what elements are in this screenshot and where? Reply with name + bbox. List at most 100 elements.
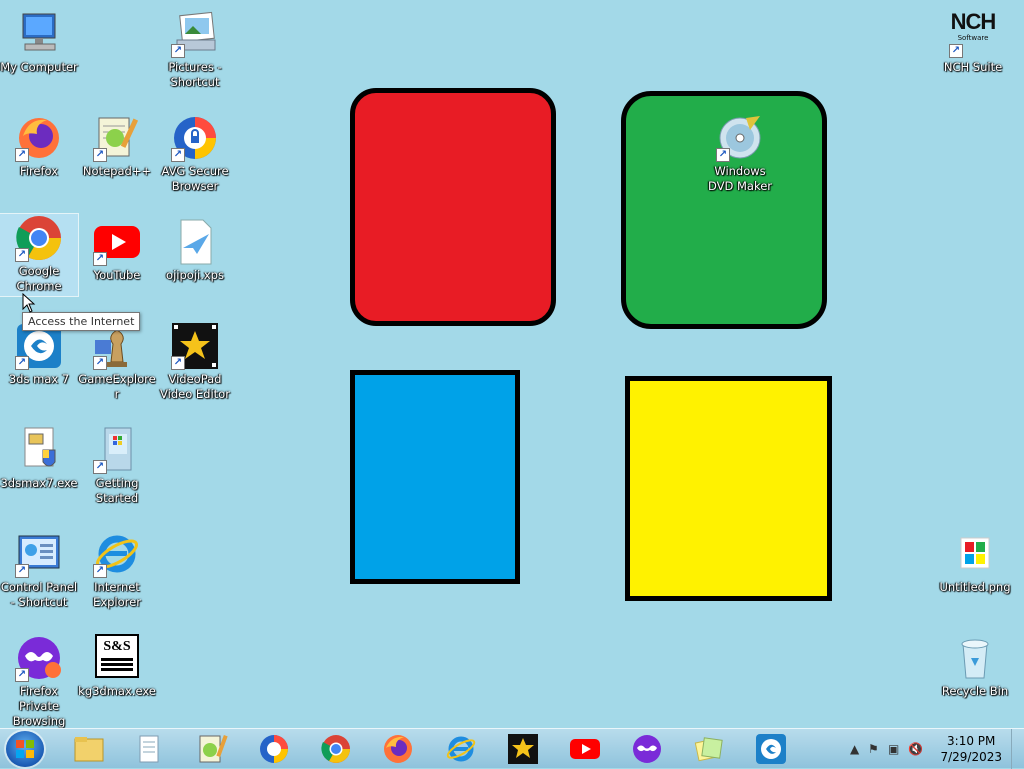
- show-hidden-icons-icon[interactable]: ▲: [850, 742, 864, 756]
- network-icon[interactable]: ▣: [888, 742, 902, 756]
- desktop-icon-notepadpp[interactable]: ↗ Notepad++: [78, 114, 156, 179]
- taskbar-youtube[interactable]: [569, 733, 601, 765]
- icon-label: GameExplorer: [78, 372, 156, 401]
- icon-label: Firefox Private Browsing: [12, 684, 66, 728]
- desktop-icon-firefox-private[interactable]: ↗ Firefox Private Browsing: [0, 634, 78, 729]
- icon-label: 3dsmax7.exe: [0, 476, 78, 490]
- desktop-icon-windows-dvd-maker[interactable]: ↗ Windows DVD Maker: [701, 114, 779, 194]
- shortcut-arrow-icon: ↗: [15, 356, 29, 370]
- icon-label: AVG Secure Browser: [161, 164, 229, 193]
- shortcut-arrow-icon: ↗: [171, 148, 185, 162]
- nch-logo-text: NCH: [950, 9, 997, 34]
- desktop-icon-ojipoji-xps[interactable]: ojipoji.xps: [156, 218, 234, 283]
- icon-label: Untitled.png: [939, 580, 1011, 594]
- firefox-private-icon: ↗: [15, 634, 63, 682]
- desktop-icon-untitled-png[interactable]: Untitled.png: [936, 530, 1014, 595]
- desktop-icon-google-chrome[interactable]: ↗ Google Chrome: [0, 213, 79, 297]
- taskbar-chrome[interactable]: [320, 733, 352, 765]
- sas-logo-text: S&S: [103, 639, 131, 654]
- taskbar-documents[interactable]: [132, 733, 164, 765]
- mouse-cursor-icon: [22, 293, 36, 313]
- taskbar-internet-explorer[interactable]: [445, 733, 477, 765]
- pictures-library-icon: ↗: [171, 10, 219, 58]
- folder-icon: [74, 737, 104, 762]
- taskbar-videopad[interactable]: [507, 733, 539, 765]
- desktop-icon-kg3dmax[interactable]: S&S kg3dmax.exe: [78, 634, 156, 699]
- desktop-icon-pictures-shortcut[interactable]: ↗ Pictures - Shortcut: [156, 10, 234, 90]
- icon-label: VideoPad Video Editor: [160, 372, 230, 401]
- shortcut-arrow-icon: ↗: [93, 460, 107, 474]
- desktop-icon-control-panel[interactable]: ↗ Control Panel - Shortcut: [0, 530, 78, 610]
- desktop-icon-firefox[interactable]: ↗ Firefox: [0, 114, 78, 179]
- icon-label: Notepad++: [82, 164, 152, 178]
- clock[interactable]: 3:10 PM 7/29/2023: [940, 733, 1002, 765]
- system-tray: ▲ ⚑ ▣ 🔇 3:10 PM 7/29/2023: [844, 729, 1024, 769]
- 3ds-max-icon: [756, 734, 786, 764]
- documents-icon: [139, 735, 159, 763]
- recycle-bin-icon: [951, 634, 999, 682]
- wallpaper-yellow-square: [625, 376, 832, 601]
- desktop-icon-3ds-max-7[interactable]: ↗ 3ds max 7: [0, 322, 78, 387]
- desktop-icon-3dsmax7-exe[interactable]: 3dsmax7.exe: [0, 426, 78, 491]
- icon-label: YouTube: [93, 268, 141, 282]
- shortcut-arrow-icon: ↗: [93, 148, 107, 162]
- shortcut-arrow-icon: ↗: [949, 44, 963, 58]
- volume-muted-icon[interactable]: 🔇: [908, 742, 923, 756]
- taskbar-avg-browser[interactable]: [258, 733, 290, 765]
- desktop-icon-youtube[interactable]: ↗ YouTube: [78, 218, 156, 283]
- shortcut-arrow-icon: ↗: [93, 252, 107, 266]
- shortcut-arrow-icon: ↗: [171, 356, 185, 370]
- desktop-icon-recycle-bin[interactable]: Recycle Bin: [936, 634, 1014, 699]
- wallpaper-blue-square: [350, 370, 520, 584]
- dvd-maker-icon: ↗: [716, 114, 764, 162]
- avg-browser-icon: ↗: [171, 114, 219, 162]
- nch-logo-icon: NCH Software ↗: [949, 10, 997, 58]
- internet-explorer-icon: [446, 736, 476, 762]
- nch-logo-subtext: Software: [957, 34, 989, 42]
- xps-document-icon: [171, 218, 219, 266]
- desktop[interactable]: My Computer ↗ Firefox ↗ Google Chrome ↗ …: [0, 0, 1024, 728]
- show-desktop-button[interactable]: [1011, 729, 1024, 769]
- icon-label: Getting Started: [95, 476, 139, 505]
- desktop-icon-videopad[interactable]: ↗ VideoPad Video Editor: [156, 322, 234, 402]
- sticky-notes-icon: [694, 737, 723, 762]
- shortcut-arrow-icon: ↗: [171, 44, 185, 58]
- sas-logo-icon: S&S: [93, 634, 141, 682]
- tooltip: Access the Internet: [22, 312, 141, 331]
- start-button[interactable]: [6, 731, 44, 767]
- shortcut-arrow-icon: ↗: [15, 564, 29, 578]
- taskbar-sticky-notes[interactable]: [693, 733, 725, 765]
- image-file-icon: [951, 530, 999, 578]
- clock-time: 3:10 PM: [947, 734, 996, 748]
- shortcut-arrow-icon: ↗: [15, 668, 29, 682]
- youtube-icon: [570, 739, 600, 759]
- desktop-icon-getting-started[interactable]: ↗ Getting Started: [78, 426, 156, 506]
- desktop-icon-game-explorer[interactable]: ↗ GameExplorer: [78, 322, 156, 402]
- icon-label: Internet Explorer: [93, 580, 141, 609]
- taskbar-firefox[interactable]: [382, 733, 414, 765]
- windows-logo-icon: [16, 740, 34, 758]
- executable-shield-icon: [15, 426, 63, 474]
- icon-label: kg3dmax.exe: [78, 684, 156, 698]
- firefox-private-icon: [633, 735, 661, 763]
- desktop-icon-nch-suite[interactable]: NCH Software ↗ NCH Suite: [934, 10, 1012, 75]
- taskbar-firefox-private[interactable]: [631, 733, 663, 765]
- desktop-icon-my-computer[interactable]: My Computer: [0, 10, 78, 75]
- taskbar-file-explorer[interactable]: [73, 733, 105, 765]
- taskbar: ▲ ⚑ ▣ 🔇 3:10 PM 7/29/2023: [0, 728, 1024, 769]
- notepadpp-icon: ↗: [93, 114, 141, 162]
- clock-date: 7/29/2023: [940, 750, 1002, 764]
- taskbar-3ds-max[interactable]: [755, 733, 787, 765]
- control-panel-icon: ↗: [15, 530, 63, 578]
- icon-label: Windows DVD Maker: [707, 164, 773, 193]
- taskbar-notepadpp[interactable]: [196, 733, 228, 765]
- icon-label: Control Panel - Shortcut: [0, 580, 78, 609]
- desktop-icon-avg-secure-browser[interactable]: ↗ AVG Secure Browser: [156, 114, 234, 194]
- desktop-icon-internet-explorer[interactable]: ↗ Internet Explorer: [78, 530, 156, 610]
- youtube-icon: ↗: [93, 218, 141, 266]
- shortcut-arrow-icon: ↗: [15, 148, 29, 162]
- firefox-icon: [384, 735, 412, 763]
- wallpaper-red-square: [350, 88, 556, 326]
- action-center-icon[interactable]: ⚑: [868, 742, 882, 756]
- icon-label: NCH Suite: [943, 60, 1003, 74]
